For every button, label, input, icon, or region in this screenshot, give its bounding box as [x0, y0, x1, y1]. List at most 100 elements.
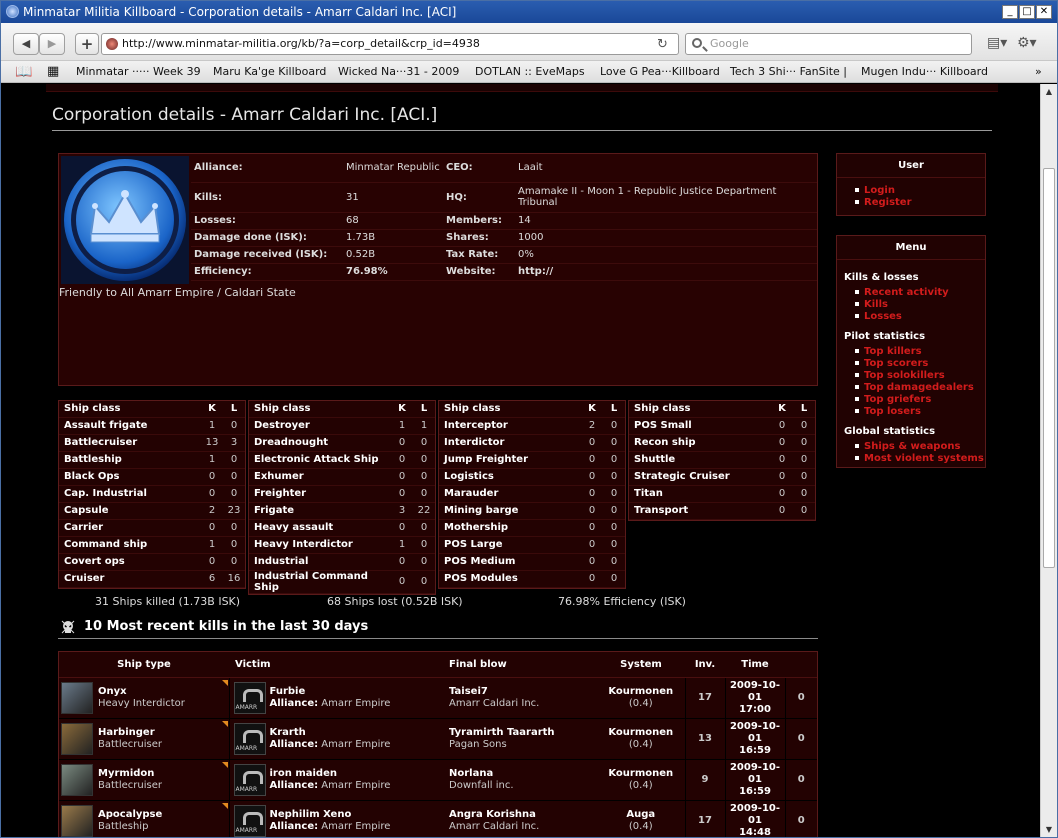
- alliance-label: Alliance:: [269, 697, 319, 709]
- ship-name[interactable]: Myrmidon: [98, 768, 154, 779]
- menu-link-kills[interactable]: Kills: [855, 299, 985, 311]
- bookmark-link[interactable]: Minmatar ····· Week 39: [76, 61, 201, 83]
- new-tab-button[interactable]: +: [75, 33, 99, 55]
- final-blow-pilot[interactable]: Angra Korishna: [449, 809, 536, 820]
- website-link[interactable]: http://: [515, 263, 817, 281]
- search-input[interactable]: Google: [685, 33, 972, 55]
- close-button[interactable]: ✕: [1036, 5, 1052, 19]
- ship-class-name: Battlecruiser: [59, 434, 201, 452]
- scroll-up-icon[interactable]: ▲: [1043, 86, 1055, 98]
- menu-link-top-killers[interactable]: Top killers: [855, 346, 985, 358]
- settings-gear-icon[interactable]: ⚙▾: [1017, 35, 1037, 51]
- bookmarks-overflow-icon[interactable]: »: [1035, 61, 1042, 83]
- system-name[interactable]: Kourmonen: [608, 727, 673, 738]
- victim-name[interactable]: iron maiden: [270, 768, 338, 779]
- kills-header: K: [771, 401, 793, 418]
- bookmark-link[interactable]: Wicked Na···31 - 2009: [338, 61, 459, 83]
- ship-class-name: Cap. Industrial: [59, 485, 201, 503]
- bookmarks-book-icon[interactable]: 📖: [15, 61, 32, 83]
- address-bar[interactable]: http://www.minmatar-militia.org/kb/?a=co…: [101, 33, 679, 55]
- ship-class-losses: 0: [223, 451, 245, 469]
- ship-class-row: Logistics 0 0: [439, 468, 625, 486]
- victim-alliance[interactable]: Amarr Empire: [321, 821, 390, 832]
- ship-class-name: Interceptor: [439, 417, 581, 435]
- ship-class-name: Industrial: [249, 553, 391, 571]
- menu-link-most-violent-systems[interactable]: Most violent systems: [855, 453, 985, 465]
- menu-link-top-damagedealers[interactable]: Top damagedealers: [855, 382, 985, 394]
- ship-icon[interactable]: [61, 804, 93, 837]
- ship-class-losses: 0: [603, 451, 625, 469]
- system-name[interactable]: Kourmonen: [608, 768, 673, 779]
- ceo-label: CEO:: [443, 154, 515, 183]
- ship-class-header: Ship class: [59, 401, 201, 418]
- minimize-button[interactable]: _: [1002, 5, 1018, 19]
- final-blow-corp[interactable]: Pagan Sons: [449, 739, 507, 750]
- ship-class-name: Strategic Cruiser: [629, 468, 771, 486]
- final-blow-pilot[interactable]: Taisei7: [449, 686, 488, 697]
- scrollbar-thumb[interactable]: [1043, 168, 1055, 568]
- losses-value: 68: [343, 212, 443, 230]
- final-blow-corp[interactable]: Amarr Caldari Inc.: [449, 698, 539, 709]
- victim-name[interactable]: Furbie: [270, 686, 306, 697]
- back-button[interactable]: ◀: [13, 33, 39, 55]
- final-blow-pilot[interactable]: Tyramirth Taararth: [449, 727, 555, 738]
- ship-class-kills: 0: [581, 434, 603, 452]
- system-name[interactable]: Auga: [626, 809, 655, 820]
- alliance-link[interactable]: Minmatar Republic: [343, 154, 443, 183]
- vertical-scrollbar[interactable]: ▲ ▼: [1040, 84, 1057, 837]
- top-sites-grid-icon[interactable]: ▦: [47, 61, 59, 83]
- bookmark-link[interactable]: Maru Ka'ge Killboard: [213, 61, 326, 83]
- bookmark-link[interactable]: Love G Pea···Killboard: [600, 61, 720, 83]
- ship-name[interactable]: Onyx: [98, 686, 127, 697]
- ship-icon[interactable]: [61, 681, 93, 714]
- victim-name[interactable]: Nephilim Xeno: [270, 809, 352, 820]
- kill-row[interactable]: HarbingerBattlecruiser KrarthAlliance: Am…: [59, 718, 817, 760]
- ship-class-name: Industrial Command Ship: [249, 570, 391, 594]
- ship-class-name: POS Large: [439, 536, 581, 554]
- menu-link-top-solokillers[interactable]: Top solokillers: [855, 370, 985, 382]
- reload-icon[interactable]: ↻: [657, 37, 668, 52]
- page-menu-icon[interactable]: ▤▾: [987, 35, 1007, 51]
- victim-alliance[interactable]: Amarr Empire: [321, 780, 390, 791]
- menu-link-ships-weapons[interactable]: Ships & weapons: [855, 441, 985, 453]
- victim-alliance[interactable]: Amarr Empire: [321, 739, 390, 750]
- kill-points: 0: [784, 800, 817, 837]
- register-link[interactable]: Register: [855, 197, 985, 209]
- kill-row[interactable]: MyrmidonBattlecruiser iron maidenAlliance…: [59, 759, 817, 801]
- victim-name[interactable]: Krarth: [270, 727, 306, 738]
- bookmark-link[interactable]: Tech 3 Shi··· FanSite |: [730, 61, 847, 83]
- final-blow-corp[interactable]: Downfall inc.: [449, 780, 514, 791]
- scroll-down-icon[interactable]: ▼: [1043, 824, 1055, 836]
- efficiency-label: Efficiency:: [191, 263, 343, 281]
- kill-row[interactable]: OnyxHeavy Interdictor FurbieAlliance: Ama…: [59, 677, 817, 719]
- losses-header: L: [413, 401, 435, 418]
- menu-link-top-losers[interactable]: Top losers: [855, 406, 985, 418]
- victim-alliance[interactable]: Amarr Empire: [321, 698, 390, 709]
- ship-name[interactable]: Harbinger: [98, 727, 155, 738]
- login-link[interactable]: Login: [855, 185, 985, 197]
- page-content: Corporation details - Amarr Caldari Inc.…: [1, 84, 1040, 837]
- menu-link-top-scorers[interactable]: Top scorers: [855, 358, 985, 370]
- ceo-link[interactable]: Laait: [515, 154, 817, 183]
- final-blow-corp[interactable]: Amarr Caldari Inc.: [449, 821, 539, 832]
- ship-class-kills: 13: [201, 434, 223, 452]
- ship-icon[interactable]: [61, 722, 93, 755]
- ship-class-row: Cap. Industrial 0 0: [59, 485, 245, 503]
- ship-icon[interactable]: [61, 763, 93, 796]
- ship-name[interactable]: Apocalypse: [98, 809, 162, 820]
- menu-link-top-griefers[interactable]: Top griefers: [855, 394, 985, 406]
- ship-class-row: Heavy assault 0 0: [249, 519, 435, 537]
- kill-date: 2009-10-01: [729, 720, 781, 744]
- system-name[interactable]: Kourmonen: [608, 686, 673, 697]
- ship-class-row: Industrial 0 0: [249, 553, 435, 571]
- ship-class-name: Black Ops: [59, 468, 201, 486]
- bookmark-link[interactable]: DOTLAN :: EveMaps: [475, 61, 585, 83]
- forward-button[interactable]: ▶: [39, 33, 65, 55]
- menu-link-recent-activity[interactable]: Recent activity: [855, 287, 985, 299]
- menu-link-losses[interactable]: Losses: [855, 311, 985, 323]
- kill-row[interactable]: ApocalypseBattleship Nephilim XenoAllianc…: [59, 800, 817, 837]
- maximize-button[interactable]: □: [1019, 5, 1035, 19]
- final-blow-pilot[interactable]: Norlana: [449, 768, 493, 779]
- bookmark-link[interactable]: Mugen Indu··· Killboard: [861, 61, 988, 83]
- ship-class-name: Mining barge: [439, 502, 581, 520]
